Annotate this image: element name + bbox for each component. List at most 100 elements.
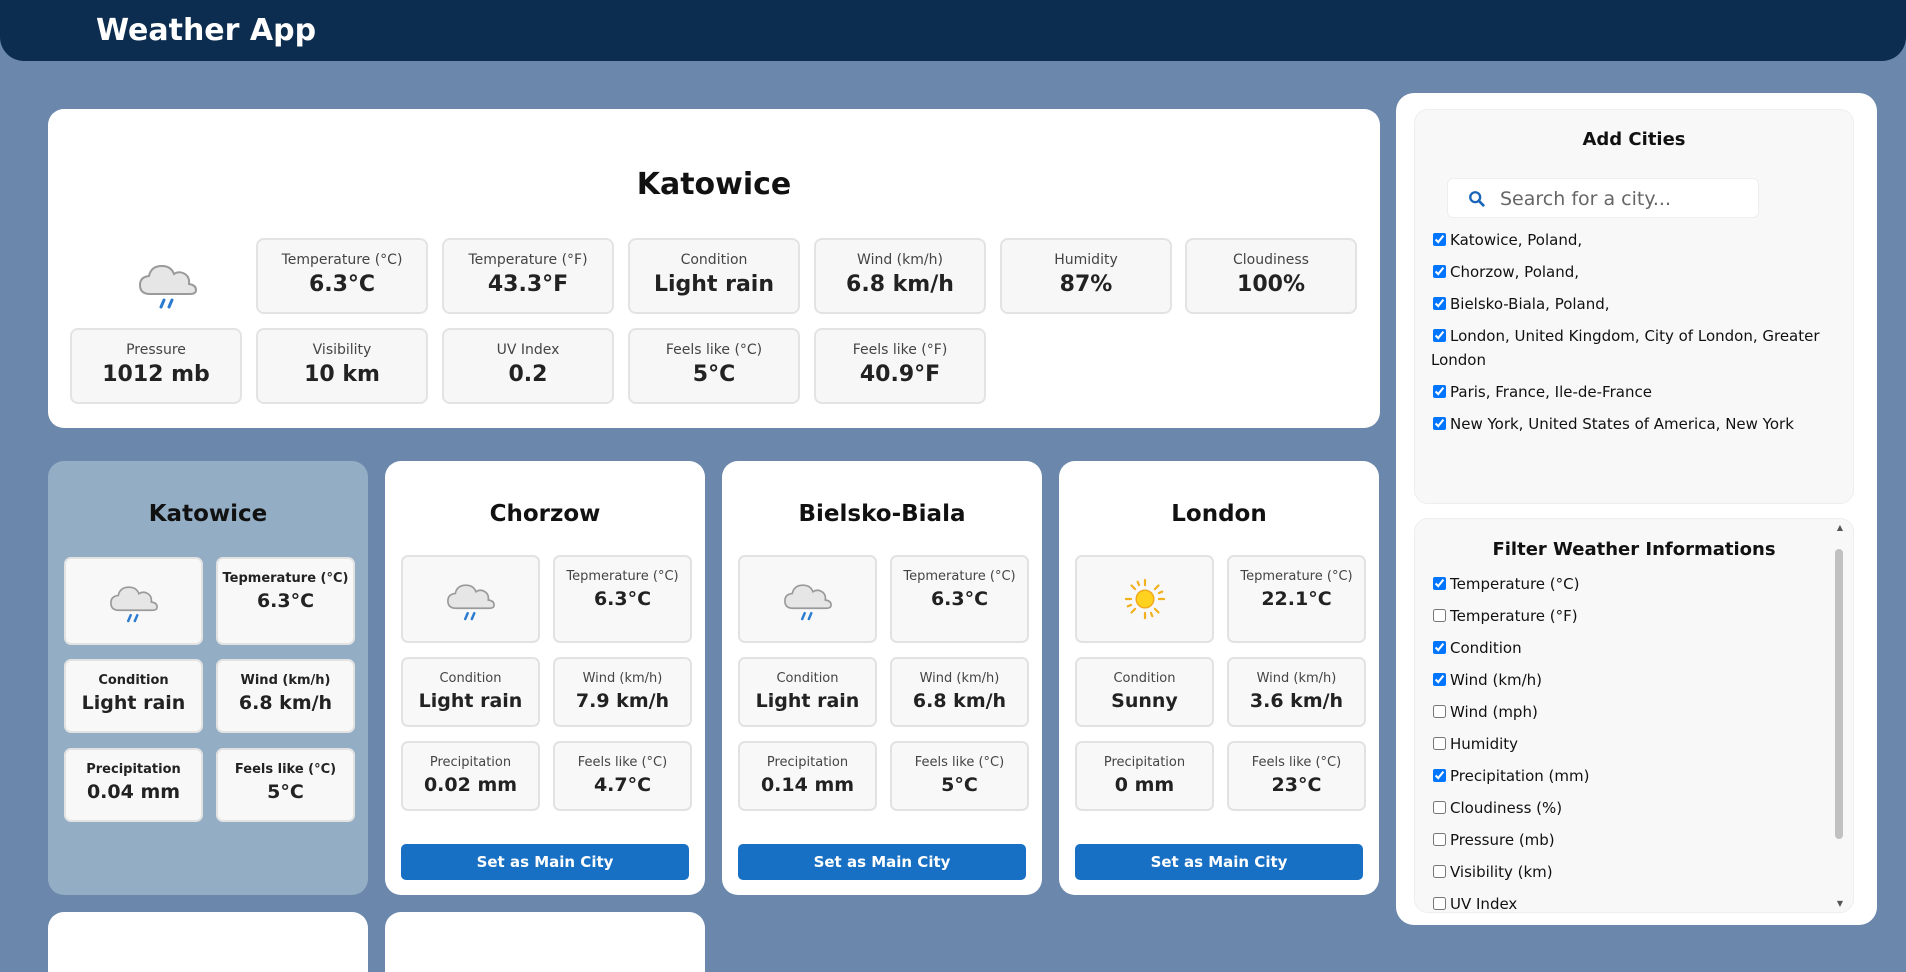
filter-option[interactable]: UV Index — [1431, 895, 1518, 913]
stat-label: Cloudiness — [1233, 252, 1309, 268]
filter-checkbox[interactable] — [1433, 577, 1446, 590]
filter-checkbox[interactable] — [1433, 865, 1446, 878]
sun-icon — [1124, 578, 1165, 620]
filter-checkbox[interactable] — [1433, 801, 1446, 814]
card-feels-like: Feels like (°C) 5°C — [890, 741, 1029, 811]
city-checkbox[interactable] — [1433, 417, 1446, 430]
card-precipitation: Precipitation 0.14 mm — [738, 741, 877, 811]
stat-temperature-c: Temperature (°C) 6.3°C — [256, 238, 428, 314]
filter-option[interactable]: Temperature (°F) — [1431, 607, 1578, 625]
filter-option[interactable]: Visibility (km) — [1431, 863, 1553, 881]
city-option[interactable]: Katowice, Poland, — [1431, 228, 1831, 252]
filter-scrollbar[interactable] — [1835, 539, 1843, 839]
filter-option-label: Humidity — [1450, 735, 1519, 753]
card-precipitation-value: 0 mm — [1114, 774, 1175, 796]
card-precipitation: Precipitation 0.04 mm — [64, 748, 203, 822]
weather-icon-tile — [64, 557, 203, 645]
card-temperature-value: 6.3°C — [256, 590, 315, 612]
filter-option[interactable]: Humidity — [1431, 735, 1518, 753]
scroll-up-icon[interactable]: ▲ — [1837, 523, 1843, 532]
card-temperature-label: Tepmerature (°C) — [222, 571, 349, 586]
stat-value: 6.8 km/h — [846, 272, 954, 297]
card-condition-value: Light rain — [81, 692, 186, 714]
filter-option-label: Visibility (km) — [1450, 863, 1553, 881]
city-option[interactable]: London, United Kingdom, City of London, … — [1431, 324, 1831, 372]
stat-label: Temperature (°C) — [281, 252, 403, 268]
app-header: Weather App — [0, 0, 1906, 61]
card-condition-label: Condition — [439, 671, 502, 686]
city-checkbox[interactable] — [1433, 329, 1446, 342]
filter-option[interactable]: Wind (mph) — [1431, 703, 1538, 721]
filter-option[interactable]: Temperature (°C) — [1431, 575, 1579, 593]
scrollbar-thumb[interactable] — [1835, 549, 1843, 839]
set-main-city-button[interactable]: Set as Main City — [1075, 844, 1363, 880]
set-main-city-button[interactable]: Set as Main City — [401, 844, 689, 880]
city-checkbox[interactable] — [1433, 233, 1446, 246]
stat-pressure: Pressure 1012 mb — [70, 328, 242, 404]
card-feels-like: Feels like (°C) 5°C — [216, 748, 355, 822]
cloud-rain-icon — [783, 584, 832, 621]
card-condition-label: Condition — [776, 671, 839, 686]
stat-value: 5°C — [692, 362, 736, 387]
city-option-label: Katowice, Poland, — [1450, 231, 1583, 249]
filter-option[interactable]: Wind (km/h) — [1431, 671, 1542, 689]
city-checkbox[interactable] — [1433, 385, 1446, 398]
city-card-partial — [48, 912, 368, 972]
card-condition: Condition Sunny — [1075, 657, 1214, 727]
stat-label: Feels like (°C) — [665, 342, 763, 358]
cloud-rain-icon — [109, 586, 158, 623]
filter-checkbox[interactable] — [1433, 833, 1446, 846]
filter-checkbox[interactable] — [1433, 897, 1446, 910]
filter-option-label: Temperature (°F) — [1450, 607, 1578, 625]
card-wind-value: 7.9 km/h — [575, 690, 670, 712]
filter-checkbox[interactable] — [1433, 641, 1446, 654]
card-precipitation-label: Precipitation — [429, 755, 512, 770]
filter-option-label: UV Index — [1450, 895, 1518, 913]
city-checkbox[interactable] — [1433, 265, 1446, 278]
filter-checkbox[interactable] — [1433, 609, 1446, 622]
filter-option[interactable]: Cloudiness (%) — [1431, 799, 1562, 817]
filter-option-label: Wind (km/h) — [1450, 671, 1543, 689]
filter-checkbox[interactable] — [1433, 737, 1446, 750]
card-temperature: Tepmerature (°C) 6.3°C — [216, 557, 355, 645]
stat-value: 100% — [1237, 272, 1305, 297]
card-wind: Wind (km/h) 7.9 km/h — [553, 657, 692, 727]
city-option-label: Paris, France, Ile-de-France — [1450, 383, 1652, 401]
card-wind-value: 6.8 km/h — [238, 692, 333, 714]
filter-checkbox[interactable] — [1433, 673, 1446, 686]
add-cities-title: Add Cities — [1582, 129, 1686, 150]
filter-option-label: Precipitation (mm) — [1450, 767, 1590, 785]
card-feels-like-label: Feels like (°C) — [1251, 755, 1342, 770]
filter-option-label: Pressure (mb) — [1450, 831, 1555, 849]
city-option[interactable]: Paris, France, Ile-de-France — [1431, 380, 1831, 404]
weather-icon-tile — [738, 555, 877, 643]
scroll-down-icon[interactable]: ▼ — [1837, 899, 1843, 908]
city-search-input[interactable] — [1498, 185, 1752, 213]
card-feels-like: Feels like (°C) 23°C — [1227, 741, 1366, 811]
cloud-rain-icon — [446, 584, 495, 621]
filter-option[interactable]: Precipitation (mm) — [1431, 767, 1589, 785]
city-option[interactable]: Chorzow, Poland, — [1431, 260, 1831, 284]
card-temperature-value: 6.3°C — [930, 588, 989, 610]
city-option[interactable]: New York, United States of America, New … — [1431, 412, 1831, 436]
stat-value: 1012 mb — [102, 362, 210, 387]
filter-option[interactable]: Pressure (mb) — [1431, 831, 1555, 849]
city-option[interactable]: Bielsko-Biala, Poland, — [1431, 292, 1831, 316]
city-option-label: Bielsko-Biala, Poland, — [1450, 295, 1610, 313]
city-option-label: Chorzow, Poland, — [1450, 263, 1580, 281]
city-option-label: London, United Kingdom, City of London, … — [1431, 327, 1820, 369]
card-wind: Wind (km/h) 3.6 km/h — [1227, 657, 1366, 727]
city-card-katowice: Katowice Tepmerature (°C) 6.3°C Conditio… — [48, 461, 368, 895]
card-feels-like-label: Feels like (°C) — [577, 755, 668, 770]
set-main-city-button[interactable]: Set as Main City — [738, 844, 1026, 880]
card-feels-like-value: 4.7°C — [593, 774, 652, 796]
city-search[interactable] — [1447, 178, 1759, 218]
filter-checkbox[interactable] — [1433, 705, 1446, 718]
filter-checkbox[interactable] — [1433, 769, 1446, 782]
filter-option[interactable]: Condition — [1431, 639, 1522, 657]
card-temperature-label: Tepmerature (°C) — [1240, 569, 1353, 584]
stat-label: Pressure — [126, 342, 186, 358]
city-checkbox[interactable] — [1433, 297, 1446, 310]
card-feels-like-value: 5°C — [941, 774, 978, 796]
card-feels-like: Feels like (°C) 4.7°C — [553, 741, 692, 811]
